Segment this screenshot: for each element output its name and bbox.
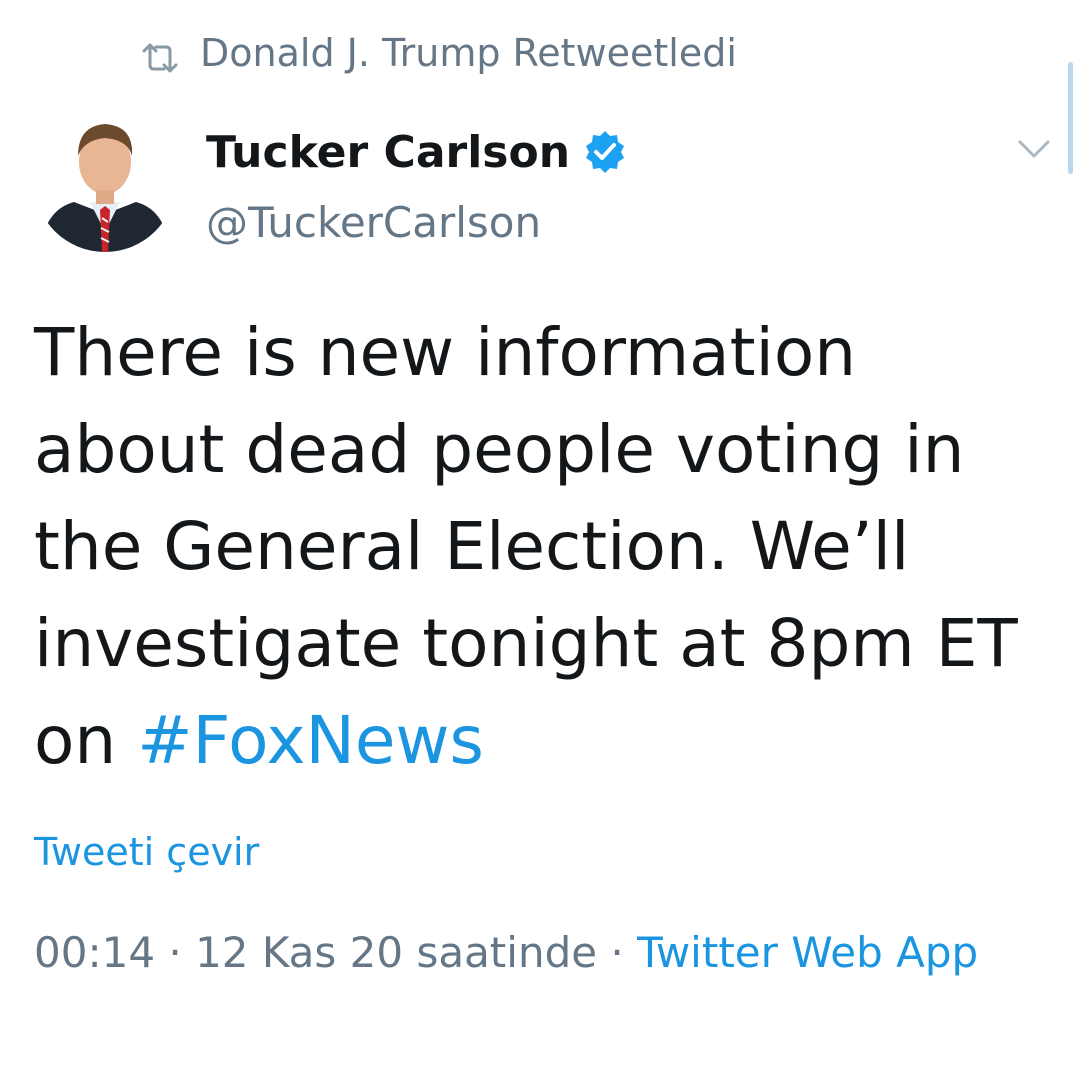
author-handle[interactable]: @TuckerCarlson xyxy=(206,198,541,247)
tweet-text: There is new information about dead peop… xyxy=(34,304,1044,789)
retweet-context[interactable]: Donald J. Trump Retweetledi xyxy=(140,28,737,78)
author-name-row[interactable]: Tucker Carlson xyxy=(206,122,628,182)
chevron-down-icon[interactable] xyxy=(1016,134,1052,164)
tweet-meta: 00:14 · 12 Kas 20 saatinde · Twitter Web… xyxy=(34,914,1044,992)
retweet-text: Donald J. Trump Retweetledi xyxy=(200,31,737,75)
source-app-link[interactable]: Twitter Web App xyxy=(637,928,978,977)
meta-separator: · xyxy=(597,928,638,977)
tweet-timestamp[interactable]: 00:14 · 12 Kas 20 saatinde xyxy=(34,928,597,977)
translate-tweet-link[interactable]: Tweeti çevir xyxy=(34,830,259,874)
scrollbar-thumb[interactable] xyxy=(1068,62,1073,174)
avatar[interactable] xyxy=(34,110,176,252)
author-name[interactable]: Tucker Carlson xyxy=(206,127,570,178)
hashtag-link[interactable]: #FoxNews xyxy=(137,702,484,779)
retweet-icon xyxy=(140,38,180,73)
verified-badge-icon xyxy=(582,129,628,175)
